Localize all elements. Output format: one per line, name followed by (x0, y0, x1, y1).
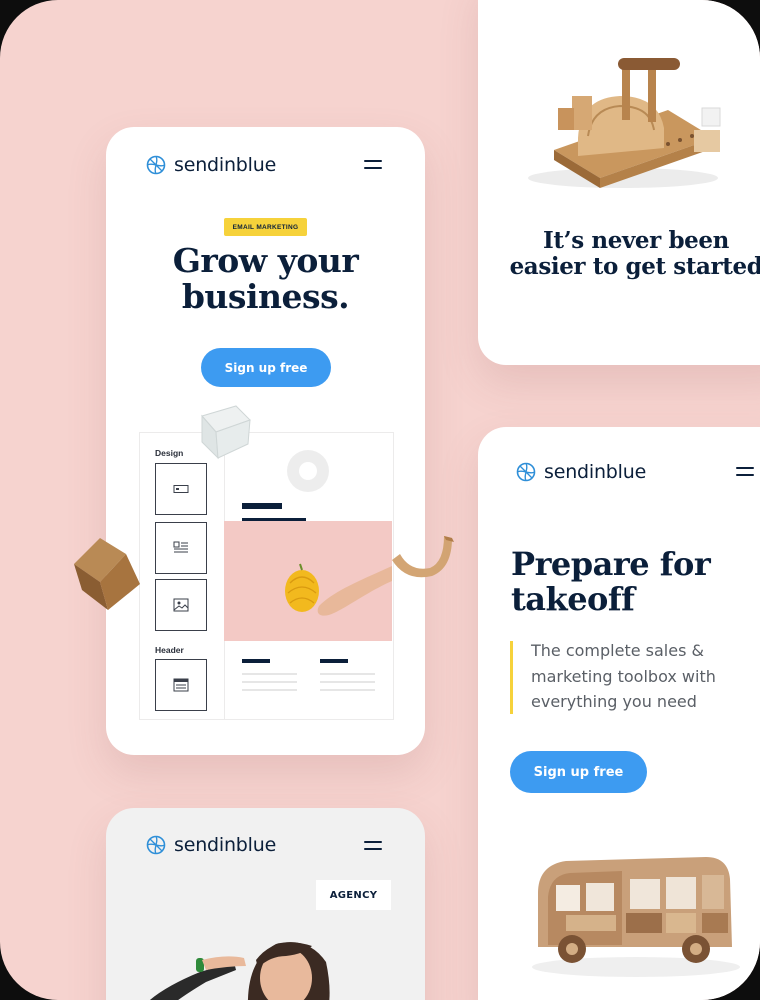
glass-cube-decoration (201, 405, 251, 460)
text-placeholder-line (242, 689, 297, 691)
column-title-bar-1 (242, 659, 270, 663)
woman-portrait-image (149, 942, 330, 1000)
sign-up-button[interactable]: Sign up free (510, 751, 647, 793)
hero-headline: Grow your business. (106, 243, 425, 315)
text-placeholder-line (320, 689, 375, 691)
column-title-bar-2 (320, 659, 348, 663)
image-block-icon (173, 598, 189, 612)
phone-card-right: sendinblue Prepare for takeoff The compl… (478, 427, 760, 1000)
agency-tag: AGENCY (316, 880, 391, 910)
phone-card-bottom: sendinblue AGENCY (106, 808, 425, 1000)
category-badge: EMAIL MARKETING (224, 218, 307, 236)
hero-headline-line2: business. (181, 277, 350, 316)
promo-headline-line2: easier to get started (509, 253, 760, 280)
takeoff-headline-line2: takeoff (511, 580, 635, 618)
email-builder-mockup: Design Header (139, 432, 394, 720)
wooden-cube-decoration (74, 538, 140, 610)
text-block-icon (173, 541, 188, 553)
description-line1: The complete sales & (531, 641, 704, 660)
header-block-icon (173, 678, 189, 692)
phone-card-main: sendinblue EMAIL MARKETING Grow your bus… (106, 127, 425, 755)
wooden-cash-register-image (528, 58, 721, 188)
menu-icon[interactable] (364, 160, 382, 170)
takeoff-headline-line1: Prepare for (511, 545, 711, 583)
brand-logo[interactable]: sendinblue (146, 834, 276, 856)
promo-headline-line1: It’s never been (543, 227, 729, 254)
placeholder-circle (287, 450, 329, 492)
description-line3: everything you need (531, 692, 697, 711)
brand-name: sendinblue (174, 154, 277, 176)
menu-icon[interactable] (364, 841, 382, 851)
wooden-arc-decoration (392, 536, 454, 578)
button-block-tile[interactable] (155, 463, 207, 515)
hero-headline-line1: Grow your (172, 241, 359, 280)
text-placeholder-line (320, 673, 375, 675)
takeoff-headline: Prepare for takeoff (511, 547, 760, 617)
text-placeholder-line (242, 681, 297, 683)
brand-logo[interactable]: sendinblue (146, 154, 276, 176)
takeoff-description: The complete sales & marketing toolbox w… (531, 638, 760, 715)
wooden-van-image (532, 857, 740, 977)
sendinblue-logo-icon (146, 155, 166, 175)
page-canvas: sendinblue EMAIL MARKETING Grow your bus… (0, 0, 760, 1000)
promo-headline: It’s never been easier to get started (478, 228, 760, 280)
design-section-label: Design (155, 448, 184, 458)
text-placeholder-line (320, 681, 375, 683)
image-block-tile[interactable] (155, 579, 207, 631)
hand-with-fruit-image (285, 563, 392, 616)
brand-name: sendinblue (174, 834, 277, 856)
button-block-icon (173, 485, 189, 493)
brand-name: sendinblue (544, 461, 647, 483)
sign-up-button[interactable]: Sign up free (201, 348, 331, 387)
header-section-label: Header (155, 645, 184, 655)
description-line2: marketing toolbox with (531, 666, 716, 686)
sendinblue-logo-icon (516, 462, 536, 482)
sendinblue-logo-icon (146, 835, 166, 855)
text-placeholder-line (242, 673, 297, 675)
menu-icon[interactable] (736, 467, 754, 477)
hero-image-block (224, 521, 392, 641)
brand-logo[interactable]: sendinblue (516, 461, 646, 483)
text-block-tile[interactable] (155, 522, 207, 574)
header-block-tile[interactable] (155, 659, 207, 711)
promo-card-top: It’s never been easier to get started (478, 0, 760, 365)
quote-accent-bar (510, 641, 513, 714)
heading-placeholder-bar-1 (242, 503, 282, 509)
